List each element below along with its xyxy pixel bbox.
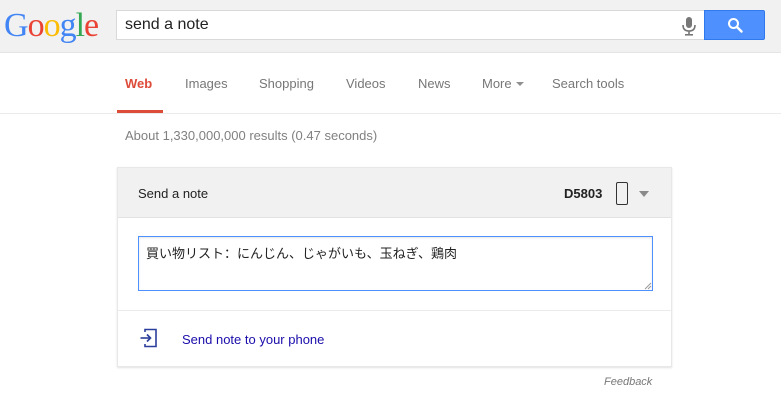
results-count: About 1,330,000,000 results (0.47 second… <box>125 128 378 143</box>
tab-more[interactable]: More <box>482 76 524 91</box>
search-button[interactable] <box>704 10 765 40</box>
card-divider <box>118 310 671 311</box>
tab-videos[interactable]: Videos <box>346 76 386 91</box>
logo-letter-e: e <box>84 7 99 44</box>
card-title: Send a note <box>138 186 209 201</box>
phone-icon[interactable] <box>616 182 628 205</box>
search-tabs: Web Images Shopping Videos News More Sea… <box>0 54 781 114</box>
tab-news[interactable]: News <box>418 76 451 91</box>
tab-more-label: More <box>482 76 512 91</box>
device-name[interactable]: D5803 <box>564 186 602 201</box>
tab-web[interactable]: Web <box>125 76 152 91</box>
card-header: Send a note D5803 <box>118 168 671 218</box>
google-logo[interactable]: Google <box>4 6 99 46</box>
logo-letter-o2: o <box>43 7 61 44</box>
tab-images[interactable]: Images <box>185 76 228 91</box>
note-textarea[interactable]: 買い物リスト：にんじん、じゃがいも、玉ねぎ、鶏肉 <box>138 236 653 291</box>
send-to-phone-icon[interactable] <box>139 328 159 348</box>
chevron-down-icon <box>515 81 524 86</box>
logo-letter-o1: o <box>27 7 45 44</box>
search-input[interactable] <box>125 11 665 39</box>
tab-shopping[interactable]: Shopping <box>259 76 314 91</box>
top-bar: Google <box>0 0 781 53</box>
send-note-link[interactable]: Send note to your phone <box>182 332 324 347</box>
device-dropdown-arrow[interactable] <box>639 191 649 197</box>
logo-letter-g: G <box>4 7 29 44</box>
send-note-card: Send a note D5803 買い物リスト：にんじん、じゃがいも、玉ねぎ、… <box>117 167 672 367</box>
feedback-link[interactable]: Feedback <box>604 376 652 388</box>
resize-grip-icon[interactable] <box>644 282 652 290</box>
search-box <box>116 10 704 40</box>
active-tab-indicator <box>117 110 163 113</box>
search-icon <box>728 18 743 33</box>
microphone-icon[interactable] <box>680 16 698 36</box>
logo-letter-g2: g <box>59 7 77 44</box>
logo-letter-l: l <box>75 7 86 44</box>
tab-search-tools[interactable]: Search tools <box>552 76 624 91</box>
